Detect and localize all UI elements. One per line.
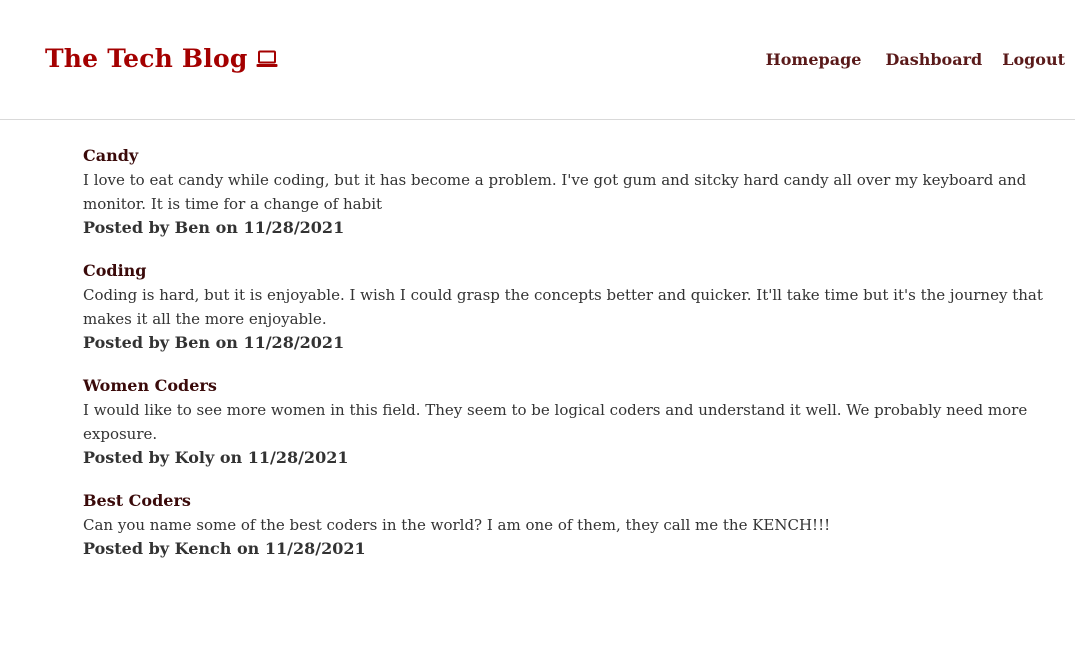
post-item[interactable]: Women Coders I would like to see more wo… (83, 374, 1043, 470)
post-title[interactable]: Coding (83, 259, 1043, 283)
post-meta: Posted by Ben on 11/28/2021 (83, 218, 345, 237)
nav-dashboard-link[interactable]: Dashboard (885, 50, 982, 69)
post-item[interactable]: Candy I love to eat candy while coding, … (83, 144, 1043, 240)
post-body: I would like to see more women in this f… (83, 401, 1028, 443)
main-nav: Homepage Dashboard Logout (766, 50, 1065, 69)
laptop-icon (256, 45, 278, 67)
site-title: The Tech Blog (45, 44, 248, 73)
post-list: Candy I love to eat candy while coding, … (0, 120, 1043, 561)
post-title[interactable]: Candy (83, 144, 1043, 168)
post-body: I love to eat candy while coding, but it… (83, 171, 1027, 213)
post-meta: Posted by Koly on 11/28/2021 (83, 448, 349, 467)
post-meta: Posted by Ben on 11/28/2021 (83, 333, 345, 352)
post-item[interactable]: Best Coders Can you name some of the bes… (83, 489, 1043, 561)
site-brand-link[interactable]: The Tech Blog (45, 44, 278, 73)
site-header: The Tech Blog Homepage Dashboard Logout (0, 0, 1075, 120)
nav-homepage-link[interactable]: Homepage (766, 50, 862, 69)
nav-logout-link[interactable]: Logout (1002, 50, 1065, 69)
post-body: Can you name some of the best coders in … (83, 516, 831, 534)
post-meta: Posted by Kench on 11/28/2021 (83, 539, 366, 558)
post-title[interactable]: Best Coders (83, 489, 1043, 513)
post-title[interactable]: Women Coders (83, 374, 1043, 398)
post-body: Coding is hard, but it is enjoyable. I w… (83, 286, 1043, 328)
post-item[interactable]: Coding Coding is hard, but it is enjoyab… (83, 259, 1043, 355)
